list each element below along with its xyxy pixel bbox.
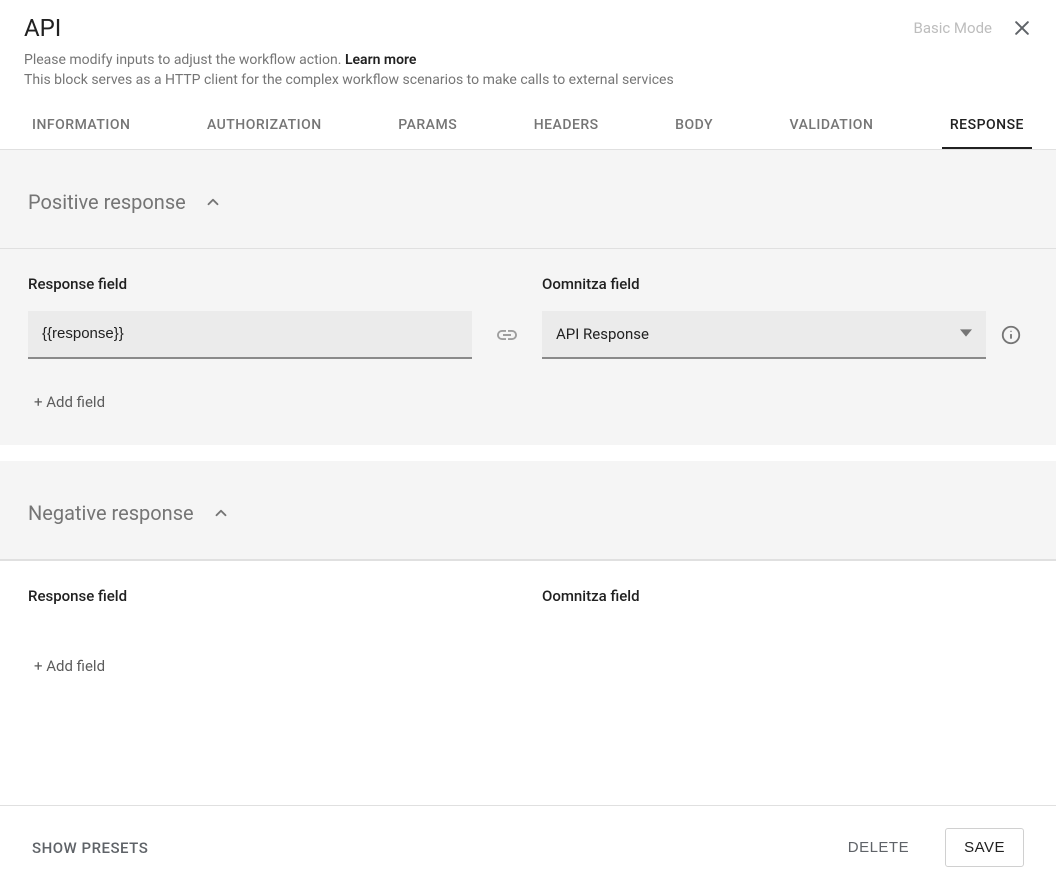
dialog-description: Please modify inputs to adjust the workf… (0, 50, 1056, 103)
tab-information[interactable]: INFORMATION (24, 103, 138, 149)
chevron-up-icon (212, 504, 230, 522)
positive-mapping-labels: Response field Oomnitza field (28, 275, 1028, 293)
positive-section-header[interactable]: Positive response (0, 150, 1056, 249)
negative-response-panel: Negative response Response field Oomnitz… (0, 461, 1056, 709)
dialog-footer: SHOW PRESETS DELETE SAVE (0, 805, 1056, 889)
response-field-label: Response field (28, 275, 472, 293)
positive-add-field-button[interactable]: + Add field (0, 369, 1056, 445)
tab-headers[interactable]: HEADERS (526, 103, 607, 149)
delete-button[interactable]: DELETE (830, 829, 927, 866)
response-field-label: Response field (28, 587, 472, 605)
description-line1: Please modify inputs to adjust the workf… (24, 52, 345, 68)
oomnitza-field-value: API Response (556, 325, 649, 343)
dialog-header: API Basic Mode (0, 0, 1056, 50)
negative-mapping-labels: Response field Oomnitza field (28, 587, 1028, 605)
negative-section-header[interactable]: Negative response (0, 461, 1056, 560)
info-icon[interactable] (986, 324, 1036, 346)
dialog-title: API (24, 14, 61, 42)
tab-authorization[interactable]: AUTHORIZATION (199, 103, 330, 149)
tab-response[interactable]: RESPONSE (942, 103, 1032, 149)
learn-more-link[interactable]: Learn more (345, 52, 416, 68)
chevron-up-icon (204, 193, 222, 211)
negative-section-title: Negative response (28, 501, 194, 525)
tab-params[interactable]: PARAMS (390, 103, 465, 149)
save-button[interactable]: SAVE (945, 828, 1024, 867)
close-icon[interactable] (1012, 18, 1032, 38)
show-presets-button[interactable]: SHOW PRESETS (32, 839, 148, 857)
oomnitza-field-select[interactable]: API Response (542, 311, 986, 359)
mode-toggle[interactable]: Basic Mode (913, 19, 992, 37)
negative-mapping: Response field Oomnitza field (0, 560, 1056, 633)
tab-body[interactable]: BODY (667, 103, 721, 149)
tab-bar: INFORMATION AUTHORIZATION PARAMS HEADERS… (0, 103, 1056, 150)
positive-response-panel: Positive response Response field Oomnitz… (0, 150, 1056, 445)
oomnitza-field-label: Oomnitza field (542, 587, 986, 605)
positive-section-title: Positive response (28, 190, 186, 214)
negative-add-field-button[interactable]: + Add field (0, 633, 1056, 709)
response-field-input[interactable] (28, 311, 472, 359)
tab-validation[interactable]: VALIDATION (782, 103, 882, 149)
oomnitza-field-label: Oomnitza field (542, 275, 986, 293)
positive-mapping: Response field Oomnitza field API Respon… (0, 249, 1056, 369)
description-line2: This block serves as a HTTP client for t… (24, 72, 674, 88)
positive-mapping-row: API Response (28, 311, 1028, 359)
header-right: Basic Mode (913, 14, 1032, 38)
link-icon (472, 323, 542, 347)
caret-down-icon (960, 325, 972, 343)
